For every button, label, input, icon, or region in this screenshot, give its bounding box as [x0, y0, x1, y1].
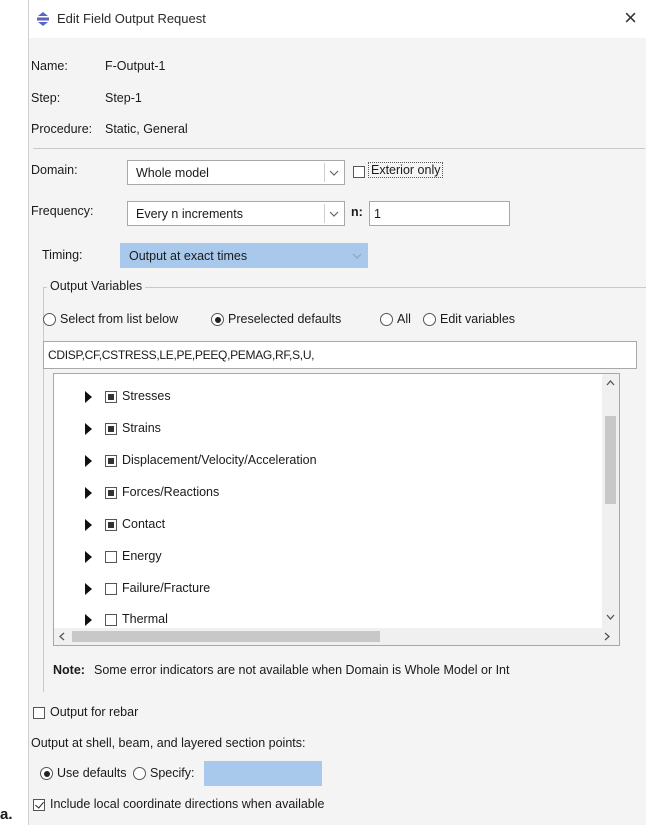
specify-input[interactable] [204, 761, 322, 786]
timing-label: Timing: [42, 248, 83, 262]
output-variables-label: Output Variables [47, 279, 146, 293]
tree-item-label: Stresses [122, 389, 171, 403]
variables-text-field[interactable]: CDISP,CF,CSTRESS,LE,PE,PEEQ,PEMAG,RF,S,U… [43, 341, 637, 369]
close-icon[interactable]: × [624, 7, 637, 29]
tree-item-label: Energy [122, 549, 162, 563]
vertical-scroll-thumb[interactable] [605, 416, 616, 504]
dialog-title: Edit Field Output Request [57, 11, 206, 26]
n-input[interactable]: 1 [369, 201, 510, 226]
radio-label-use-defaults[interactable]: Use defaults [57, 766, 126, 780]
expand-arrow-icon[interactable] [85, 455, 92, 467]
field-output-icon [37, 12, 49, 26]
name-value: F-Output-1 [105, 59, 166, 73]
expand-arrow-icon[interactable] [85, 551, 92, 563]
tree-checkbox[interactable] [105, 487, 117, 499]
procedure-label: Procedure: [31, 122, 93, 136]
title-bar[interactable]: Edit Field Output Request × [29, 0, 646, 38]
expand-arrow-icon[interactable] [85, 391, 92, 403]
name-label: Name: [31, 59, 68, 73]
timing-value: Output at exact times [129, 249, 248, 263]
scroll-left-icon[interactable] [59, 632, 65, 641]
scroll-down-icon[interactable] [606, 614, 615, 620]
frequency-select[interactable]: Every n increments [127, 201, 345, 226]
tree-checkbox[interactable] [105, 551, 117, 563]
n-label: n: [351, 205, 363, 219]
tree-checkbox[interactable] [105, 614, 117, 626]
tree-item-label: Contact [122, 517, 166, 531]
radio-label-preselected-defaults[interactable]: Preselected defaults [228, 312, 341, 326]
variables-tree[interactable]: Stresses Strains Displacement/Velocity/A… [53, 373, 620, 646]
domain-select[interactable]: Whole model [127, 160, 345, 185]
tree-checkbox[interactable] [105, 455, 117, 467]
radio-label-select-from-list[interactable]: Select from list below [60, 312, 178, 326]
frequency-label: Frequency: [31, 204, 94, 218]
exterior-only-checkbox[interactable] [353, 166, 365, 178]
chevron-down-icon [348, 246, 365, 265]
radio-edit-variables[interactable] [423, 313, 436, 326]
edit-field-output-dialog: Edit Field Output Request × Name: F-Outp… [28, 0, 646, 825]
output-for-rebar-checkbox[interactable] [33, 707, 45, 719]
radio-use-defaults[interactable] [40, 767, 53, 780]
step-label: Step: [31, 91, 61, 105]
domain-value: Whole model [136, 166, 209, 180]
tree-checkbox[interactable] [105, 583, 117, 595]
output-for-rebar-label[interactable]: Output for rebar [50, 705, 138, 719]
expand-arrow-icon[interactable] [85, 614, 92, 626]
timing-select[interactable]: Output at exact times [120, 243, 368, 268]
tree-checkbox[interactable] [105, 519, 117, 531]
tree-item-label: Strains [122, 421, 161, 435]
exterior-only-label[interactable]: Exterior only [368, 162, 444, 178]
vertical-scrollbar[interactable] [602, 374, 619, 628]
procedure-value: Static, General [105, 122, 188, 136]
separator [33, 148, 645, 149]
tree-item-label: Forces/Reactions [122, 485, 220, 499]
scroll-up-icon[interactable] [606, 380, 615, 386]
expand-arrow-icon[interactable] [85, 583, 92, 595]
tree-item-label: Failure/Fracture [122, 581, 211, 595]
expand-arrow-icon[interactable] [85, 487, 92, 499]
frequency-value: Every n increments [136, 207, 243, 221]
chevron-down-icon [324, 163, 342, 182]
expand-arrow-icon[interactable] [85, 423, 92, 435]
section-points-label: Output at shell, beam, and layered secti… [31, 736, 306, 750]
radio-specify[interactable] [133, 767, 146, 780]
tree-checkbox[interactable] [105, 391, 117, 403]
note-text: Some error indicators are not available … [94, 663, 510, 677]
tree-checkbox[interactable] [105, 423, 117, 435]
radio-label-specify[interactable]: Specify: [150, 766, 194, 780]
expand-arrow-icon[interactable] [85, 519, 92, 531]
chevron-down-icon [324, 204, 342, 223]
radio-label-edit-variables[interactable]: Edit variables [440, 312, 515, 326]
note-label: Note: [53, 663, 85, 677]
radio-label-all[interactable]: All [397, 312, 411, 326]
radio-select-from-list[interactable] [43, 313, 56, 326]
domain-label: Domain: [31, 163, 78, 177]
variables-text: CDISP,CF,CSTRESS,LE,PE,PEEQ,PEMAG,RF,S,U… [48, 348, 315, 362]
tree-item-label: Displacement/Velocity/Acceleration [122, 453, 317, 467]
step-value: Step-1 [105, 91, 142, 105]
horizontal-scrollbar[interactable] [54, 628, 619, 645]
include-local-coords-checkbox[interactable] [33, 799, 45, 811]
radio-all[interactable] [380, 313, 393, 326]
include-local-coords-label[interactable]: Include local coordinate directions when… [50, 797, 324, 811]
radio-preselected-defaults[interactable] [211, 313, 224, 326]
n-value: 1 [374, 207, 381, 221]
figure-label: a. [0, 806, 13, 823]
horizontal-scroll-thumb[interactable] [72, 631, 380, 642]
tree-item-label: Thermal [122, 612, 168, 626]
scroll-right-icon[interactable] [604, 632, 610, 641]
